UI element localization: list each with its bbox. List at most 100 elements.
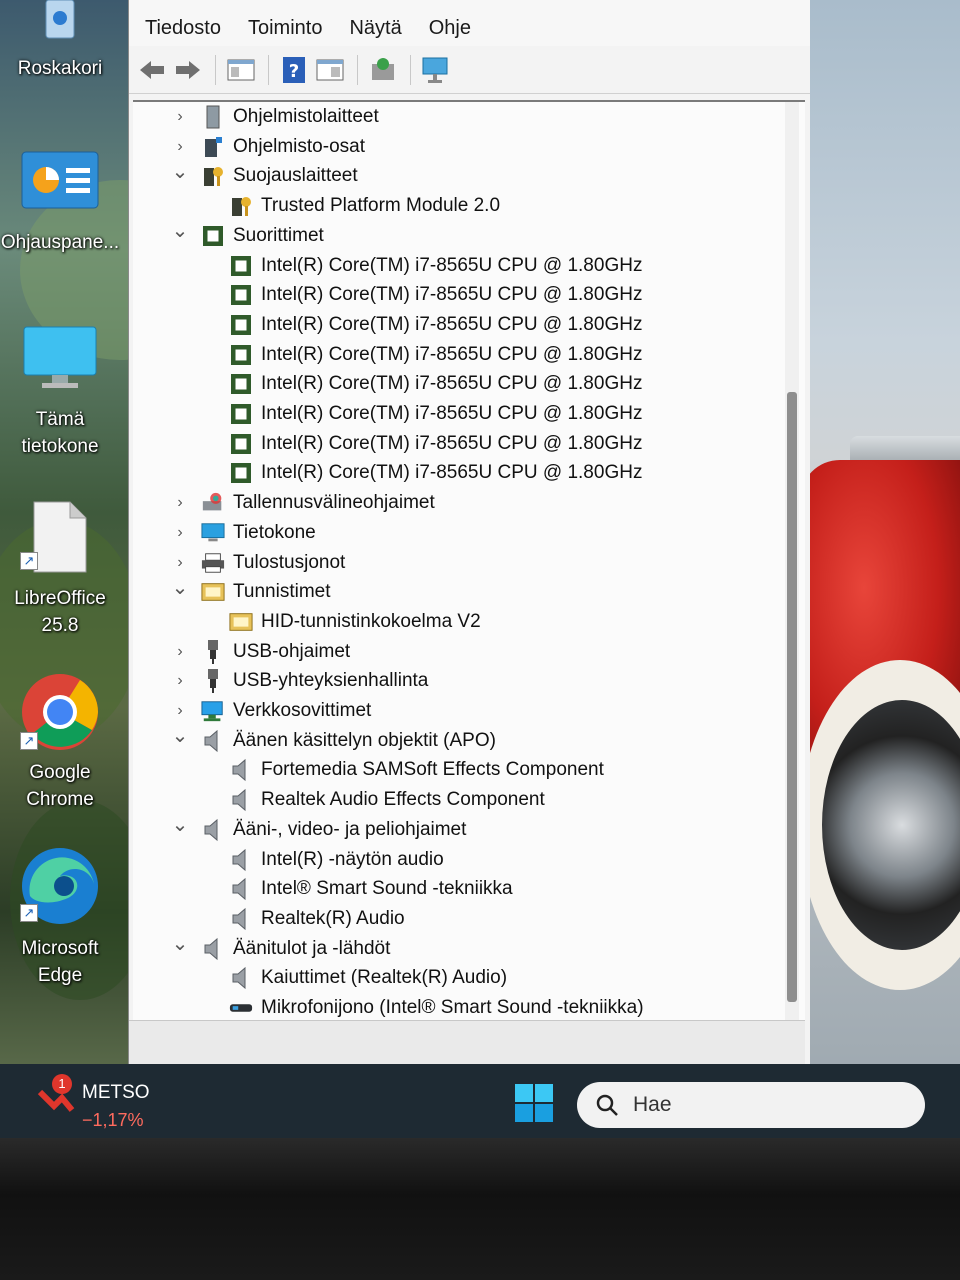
chevron-right-icon[interactable]: › xyxy=(167,702,193,720)
tree-device[interactable]: Intel(R) Core(TM) i7-8565U CPU @ 1.80GHz xyxy=(229,310,642,340)
tree-device[interactable]: HID-tunnistinkokoelma V2 xyxy=(229,607,481,637)
chevron-down-icon[interactable]: ⌄ xyxy=(167,159,193,184)
desktop-icon-google-chrome[interactable]: ↗ Google Chrome xyxy=(0,672,120,813)
tree-category[interactable]: › Tulostusjonot xyxy=(167,548,345,578)
search-icon xyxy=(596,1094,618,1116)
windows-logo-icon xyxy=(515,1084,553,1122)
help-icon: ? xyxy=(283,56,305,83)
back-arrow-icon xyxy=(140,60,164,79)
tree-device[interactable]: Intel(R) Core(TM) i7-8565U CPU @ 1.80GHz xyxy=(229,280,642,310)
tree-item-label: Ääni-, video- ja peliohjaimet xyxy=(233,818,467,840)
tree-item-label: Intel(R) Core(TM) i7-8565U CPU @ 1.80GHz xyxy=(261,373,643,395)
chevron-down-icon[interactable]: ⌄ xyxy=(167,218,193,243)
desktop-icon-label: Ohjauspane... xyxy=(0,232,120,253)
stock-change: −1,17% xyxy=(82,1110,144,1130)
tree-device[interactable]: Realtek Audio Effects Component xyxy=(229,785,545,815)
start-button[interactable] xyxy=(515,1084,553,1122)
desktop-icon-recycle-bin[interactable]: Roskakori xyxy=(0,0,120,82)
properties-icon xyxy=(316,59,344,80)
tree-device[interactable]: Mikrofonijono (Intel® Smart Sound -tekni… xyxy=(229,993,644,1020)
tree-category[interactable]: ⌄ Tunnistimet xyxy=(167,577,331,607)
chevron-right-icon[interactable]: › xyxy=(167,643,193,661)
tree-item-label: Intel(R) Core(TM) i7-8565U CPU @ 1.80GHz xyxy=(261,343,643,365)
show-hide-console-tree-button[interactable] xyxy=(226,55,256,85)
tree-category[interactable]: › Ohjelmistolaitteet xyxy=(167,102,379,132)
desktop-icon-libreoffice[interactable]: ↗ LibreOffice 25.8 xyxy=(0,500,120,639)
sensor-icon xyxy=(229,610,253,634)
tree-device[interactable]: Intel(R) Core(TM) i7-8565U CPU @ 1.80GHz xyxy=(229,399,642,429)
tree-category[interactable]: › USB-ohjaimet xyxy=(167,637,350,667)
help-button[interactable]: ? xyxy=(279,55,309,85)
software-component-icon xyxy=(201,135,225,159)
tree-device[interactable]: Intel(R) Core(TM) i7-8565U CPU @ 1.80GHz xyxy=(229,369,642,399)
tree-category[interactable]: ⌄ Suorittimet xyxy=(167,218,324,251)
tree-category[interactable]: › Ohjelmisto-osat xyxy=(167,132,365,162)
chevron-right-icon[interactable]: › xyxy=(167,494,193,512)
scrollbar-thumb[interactable] xyxy=(787,392,797,1002)
shortcut-arrow-icon: ↗ xyxy=(20,732,38,750)
computer-icon xyxy=(201,521,225,545)
chevron-right-icon[interactable]: › xyxy=(167,524,193,542)
desktop-icon-this-pc[interactable]: Tämä tietokone xyxy=(0,325,120,460)
tree-item-label: Intel(R) Core(TM) i7-8565U CPU @ 1.80GHz xyxy=(261,254,643,276)
tree-category[interactable]: › USB-yhteyksienhallinta xyxy=(167,666,428,696)
forward-button[interactable] xyxy=(173,55,203,85)
libreoffice-icon xyxy=(33,501,87,573)
tree-item-label: Verkkosovittimet xyxy=(233,700,372,721)
tree-item-label: USB-ohjaimet xyxy=(233,640,351,662)
tree-device[interactable]: Intel(R) Core(TM) i7-8565U CPU @ 1.80GHz xyxy=(229,251,642,281)
tree-category[interactable]: ⌄ Äänen käsittelyn objektit (APO) xyxy=(167,723,496,756)
vertical-scrollbar[interactable] xyxy=(785,102,799,1020)
tree-device[interactable]: Realtek(R) Audio xyxy=(229,904,405,934)
chevron-right-icon[interactable]: › xyxy=(167,108,193,126)
toolbar-separator xyxy=(268,54,269,85)
chevron-right-icon[interactable]: › xyxy=(167,672,193,690)
tree-item-label: Äänen käsittelyn objektit (APO) xyxy=(233,729,496,751)
chevron-right-icon[interactable]: › xyxy=(167,554,193,572)
back-button[interactable] xyxy=(137,55,167,85)
speaker-icon xyxy=(229,966,253,990)
tree-category[interactable]: ⌄ Ääni-, video- ja peliohjaimet xyxy=(167,812,467,845)
chevron-down-icon[interactable]: ⌄ xyxy=(167,575,193,600)
tree-item-label: Intel(R) Core(TM) i7-8565U CPU @ 1.80GHz xyxy=(261,313,643,335)
tree-device[interactable]: Fortemedia SAMSoft Effects Component xyxy=(229,755,604,785)
scan-hardware-button[interactable] xyxy=(421,55,451,85)
tree-category[interactable]: › Tallennusvälineohjaimet xyxy=(167,488,434,518)
toolbar-separator xyxy=(215,54,216,85)
desktop-icon-control-panel[interactable]: Ohjauspane... xyxy=(0,150,120,256)
svg-text:?: ? xyxy=(289,61,299,82)
tree-category[interactable]: › Verkkosovittimet xyxy=(167,696,371,726)
taskbar-search-box[interactable]: Hae xyxy=(577,1082,925,1128)
tree-device[interactable]: Intel(R) Core(TM) i7-8565U CPU @ 1.80GHz xyxy=(229,458,642,488)
storage-controller-icon xyxy=(201,491,225,515)
menu-view[interactable]: Näytä xyxy=(349,7,401,40)
desktop-icon-microsoft-edge[interactable]: ↗ Microsoft Edge xyxy=(0,846,120,989)
chevron-down-icon[interactable]: ⌄ xyxy=(167,723,193,748)
tree-device[interactable]: Kaiuttimet (Realtek(R) Audio) xyxy=(229,963,507,993)
tree-category[interactable]: ⌄ Suojauslaitteet xyxy=(167,161,358,191)
tree-device[interactable]: Intel(R) -näytön audio xyxy=(229,845,444,875)
forward-arrow-icon xyxy=(176,60,200,79)
speaker-icon xyxy=(229,877,253,901)
speaker-icon xyxy=(201,729,225,753)
update-driver-button[interactable] xyxy=(368,55,398,85)
tree-item-label: Trusted Platform Module 2.0 xyxy=(261,195,501,217)
shortcut-arrow-icon: ↗ xyxy=(20,904,38,922)
tree-device[interactable]: Intel® Smart Sound -tekniikka xyxy=(229,874,513,904)
menu-action[interactable]: Toiminto xyxy=(248,7,322,40)
tree-item-label: Intel(R) Core(TM) i7-8565U CPU @ 1.80GHz xyxy=(261,462,643,484)
tree-device[interactable]: Trusted Platform Module 2.0 xyxy=(229,191,500,221)
notification-badge: 1 xyxy=(52,1074,72,1094)
device-tree: › Ohjelmistolaitteet › Ohjelmisto-osat ⌄ Suoj… xyxy=(133,100,805,1020)
properties-view-button[interactable] xyxy=(315,55,345,85)
chevron-down-icon[interactable]: ⌄ xyxy=(167,931,193,956)
chevron-right-icon[interactable]: › xyxy=(167,138,193,156)
tree-device[interactable]: Intel(R) Core(TM) i7-8565U CPU @ 1.80GHz xyxy=(229,429,642,459)
tree-device[interactable]: Intel(R) Core(TM) i7-8565U CPU @ 1.80GHz xyxy=(229,340,642,370)
menu-help[interactable]: Ohje xyxy=(429,7,471,40)
tree-category[interactable]: ⌄ Äänitulot ja -lähdöt xyxy=(167,931,390,964)
menu-file[interactable]: Tiedosto xyxy=(145,7,221,40)
chevron-down-icon[interactable]: ⌄ xyxy=(167,812,193,837)
tree-item-label: Kaiuttimet (Realtek(R) Audio) xyxy=(261,967,508,989)
tree-category[interactable]: › Tietokone xyxy=(167,518,315,548)
